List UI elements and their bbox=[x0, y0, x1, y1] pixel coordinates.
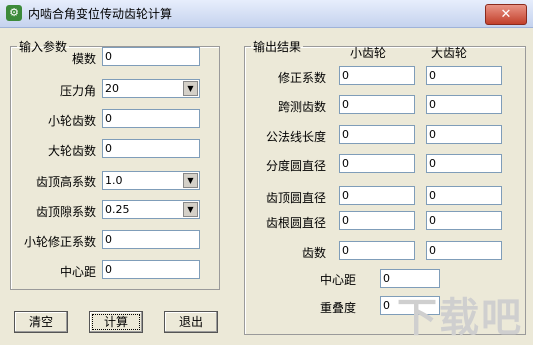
addendum-coef-value: 1.0 bbox=[105, 174, 123, 187]
tooth-count-label: 齿数 bbox=[301, 246, 326, 260]
root-diameter-small[interactable]: 0 bbox=[339, 211, 415, 230]
span-teeth-small[interactable]: 0 bbox=[339, 95, 415, 114]
pitch-diameter-small[interactable]: 0 bbox=[339, 154, 415, 173]
chevron-down-icon[interactable]: ▼ bbox=[183, 202, 198, 217]
base-tangent-length-small[interactable]: 0 bbox=[339, 125, 415, 144]
tip-diameter-label: 齿顶圆直径 bbox=[265, 191, 326, 205]
tooth-count-small[interactable]: 0 bbox=[339, 241, 415, 260]
correction-coef-large[interactable]: 0 bbox=[426, 66, 502, 85]
root-diameter-large[interactable]: 0 bbox=[426, 211, 502, 230]
module-input[interactable]: 0 bbox=[102, 47, 200, 66]
title-bar: ⚙ 内啮合角变位传动齿轮计算 ✕ bbox=[0, 0, 533, 28]
small-gear-header: 小齿轮 bbox=[350, 46, 387, 60]
pressure-angle-label: 压力角 bbox=[59, 84, 96, 98]
center-distance-label: 中心距 bbox=[59, 265, 96, 279]
output-center-distance-label: 中心距 bbox=[319, 273, 356, 287]
base-tangent-length-large[interactable]: 0 bbox=[426, 125, 502, 144]
pressure-angle-select[interactable]: 20 ▼ bbox=[102, 79, 200, 98]
pitch-diameter-label: 分度圆直径 bbox=[265, 159, 326, 173]
pitch-diameter-large[interactable]: 0 bbox=[426, 154, 502, 173]
correction-coef-label: 修正系数 bbox=[277, 71, 326, 85]
watermark: 下载吧 bbox=[397, 295, 523, 341]
base-tangent-length-label: 公法线长度 bbox=[265, 130, 326, 144]
span-teeth-label: 跨测齿数 bbox=[277, 100, 326, 114]
small-correction-input[interactable]: 0 bbox=[102, 230, 200, 249]
pressure-angle-value: 20 bbox=[105, 82, 119, 95]
input-group: 输入参数 bbox=[10, 38, 220, 290]
clearance-coef-label: 齿顶隙系数 bbox=[35, 205, 96, 219]
addendum-coef-select[interactable]: 1.0 ▼ bbox=[102, 171, 200, 190]
clearance-coef-value: 0.25 bbox=[105, 203, 130, 216]
large-teeth-label: 大轮齿数 bbox=[47, 144, 96, 158]
root-diameter-label: 齿根圆直径 bbox=[265, 216, 326, 230]
large-gear-header: 大齿轮 bbox=[431, 46, 468, 60]
center-distance-input[interactable]: 0 bbox=[102, 260, 200, 279]
app-icon: ⚙ bbox=[6, 5, 22, 21]
clearance-coef-select[interactable]: 0.25 ▼ bbox=[102, 200, 200, 219]
large-teeth-input[interactable]: 0 bbox=[102, 139, 200, 158]
small-teeth-input[interactable]: 0 bbox=[102, 109, 200, 128]
chevron-down-icon[interactable]: ▼ bbox=[183, 173, 198, 188]
close-button[interactable]: ✕ bbox=[485, 4, 527, 25]
exit-button[interactable]: 退出 bbox=[164, 311, 218, 333]
overlap-ratio-label: 重叠度 bbox=[319, 301, 356, 315]
tip-diameter-large[interactable]: 0 bbox=[426, 186, 502, 205]
clear-button[interactable]: 清空 bbox=[14, 311, 68, 333]
small-teeth-label: 小轮齿数 bbox=[47, 114, 96, 128]
small-correction-label: 小轮修正系数 bbox=[23, 235, 96, 249]
calculate-button[interactable]: 计算 bbox=[89, 311, 143, 333]
span-teeth-large[interactable]: 0 bbox=[426, 95, 502, 114]
tip-diameter-small[interactable]: 0 bbox=[339, 186, 415, 205]
app-window: ⚙ 内啮合角变位传动齿轮计算 ✕ 输入参数 模数 0 压力角 20 ▼ 小轮齿数… bbox=[0, 0, 533, 345]
module-label: 模数 bbox=[71, 52, 96, 66]
output-legend: 输出结果 bbox=[253, 40, 302, 54]
correction-coef-small[interactable]: 0 bbox=[339, 66, 415, 85]
addendum-coef-label: 齿顶高系数 bbox=[35, 175, 96, 189]
chevron-down-icon[interactable]: ▼ bbox=[183, 81, 198, 96]
tooth-count-large[interactable]: 0 bbox=[426, 241, 502, 260]
window-title: 内啮合角变位传动齿轮计算 bbox=[28, 7, 173, 21]
